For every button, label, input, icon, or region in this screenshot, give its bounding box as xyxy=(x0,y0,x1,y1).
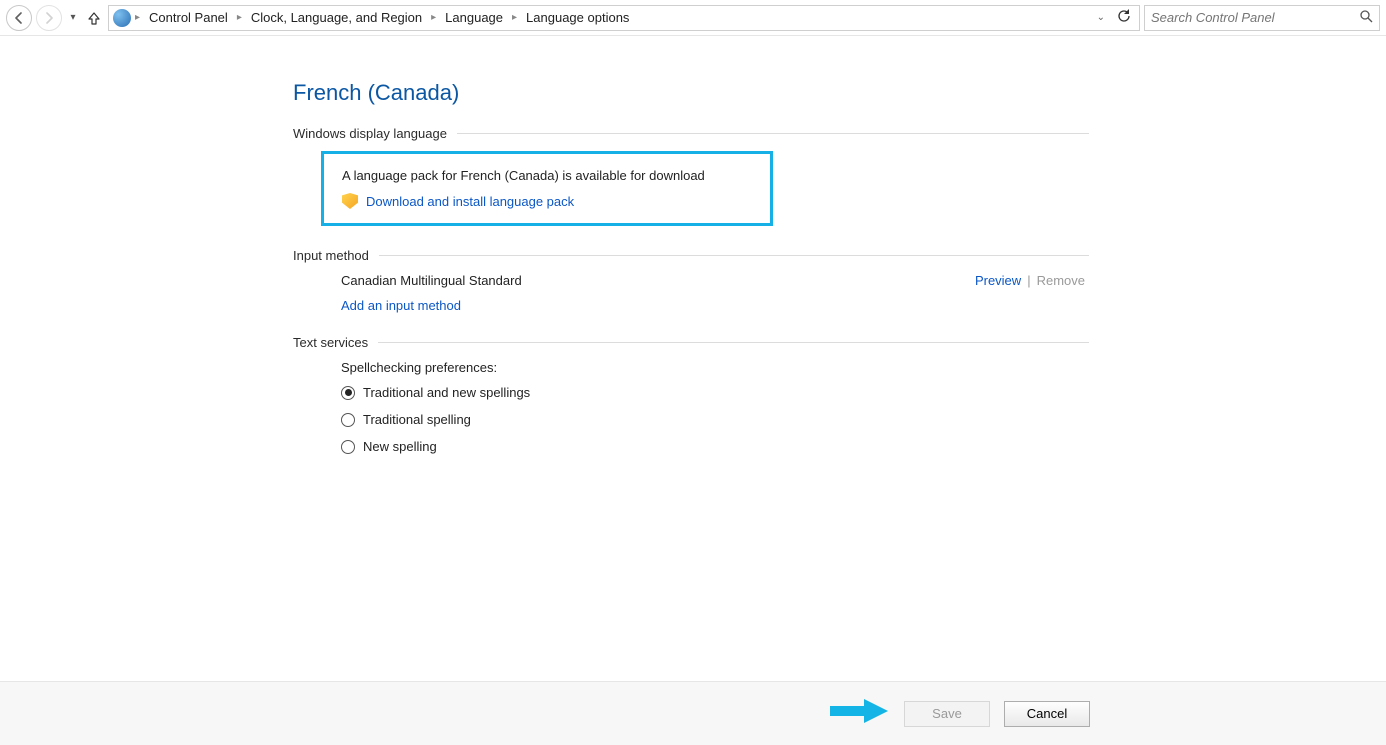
section-input-method: Input method Canadian Multilingual Stand… xyxy=(293,248,1089,313)
chevron-right-icon: ▸ xyxy=(133,12,142,23)
chevron-right-icon: ▸ xyxy=(510,12,519,23)
spellcheck-option-row[interactable]: New spelling xyxy=(341,439,1089,454)
radio-button[interactable] xyxy=(341,413,355,427)
section-header-label: Text services xyxy=(293,335,368,350)
up-button[interactable] xyxy=(84,5,104,31)
arrow-right-annotation-icon xyxy=(830,697,888,725)
forward-button[interactable] xyxy=(36,5,62,31)
control-panel-icon xyxy=(113,9,131,27)
add-input-method-link[interactable]: Add an input method xyxy=(341,298,461,313)
spellcheck-option-row[interactable]: Traditional spelling xyxy=(341,412,1089,427)
divider xyxy=(379,255,1089,256)
address-bar[interactable]: ▸ Control Panel ▸ Clock, Language, and R… xyxy=(108,5,1140,31)
radio-button[interactable] xyxy=(341,440,355,454)
download-language-pack-link[interactable]: Download and install language pack xyxy=(366,194,574,209)
spellcheck-label: Spellchecking preferences: xyxy=(341,360,1089,375)
divider xyxy=(378,342,1089,343)
section-header-label: Input method xyxy=(293,248,369,263)
section-header-label: Windows display language xyxy=(293,126,447,141)
save-button[interactable]: Save xyxy=(904,701,990,727)
arrow-left-icon xyxy=(13,12,25,24)
current-input-method: Canadian Multilingual Standard xyxy=(341,273,522,288)
divider xyxy=(457,133,1089,134)
refresh-icon xyxy=(1116,9,1130,23)
separator: | xyxy=(1027,273,1030,288)
arrow-up-icon xyxy=(87,11,101,25)
refresh-button[interactable] xyxy=(1111,9,1135,26)
address-dropdown[interactable]: ⌄ xyxy=(1097,12,1105,23)
radio-label: Traditional and new spellings xyxy=(363,385,530,400)
chevron-right-icon: ▸ xyxy=(429,12,438,23)
breadcrumb-item[interactable]: Language options xyxy=(521,6,634,30)
search-box[interactable] xyxy=(1144,5,1380,31)
breadcrumb-item[interactable]: Clock, Language, and Region xyxy=(246,6,427,30)
spellcheck-option-row[interactable]: Traditional and new spellings xyxy=(341,385,1089,400)
search-icon[interactable] xyxy=(1360,10,1373,26)
language-pack-message: A language pack for French (Canada) is a… xyxy=(342,168,752,183)
preview-link[interactable]: Preview xyxy=(975,273,1021,288)
radio-button[interactable] xyxy=(341,386,355,400)
explorer-topbar: ▾ ▸ Control Panel ▸ Clock, Language, and… xyxy=(0,0,1386,36)
section-text-services: Text services Spellchecking preferences:… xyxy=(293,335,1089,454)
language-pack-callout: A language pack for French (Canada) is a… xyxy=(321,151,773,226)
page-content: French (Canada) Windows display language… xyxy=(293,36,1381,454)
arrow-right-icon xyxy=(43,12,55,24)
recent-locations-dropdown[interactable]: ▾ xyxy=(66,5,80,31)
cancel-button[interactable]: Cancel xyxy=(1004,701,1090,727)
breadcrumb-item[interactable]: Control Panel xyxy=(144,6,233,30)
radio-label: New spelling xyxy=(363,439,437,454)
chevron-right-icon: ▸ xyxy=(235,12,244,23)
uac-shield-icon xyxy=(342,193,358,209)
back-button[interactable] xyxy=(6,5,32,31)
section-display-language: Windows display language A language pack… xyxy=(293,126,1089,226)
annotation-arrow xyxy=(830,697,888,725)
page-title: French (Canada) xyxy=(293,80,1381,106)
breadcrumb-item[interactable]: Language xyxy=(440,6,508,30)
remove-link-disabled: Remove xyxy=(1037,273,1085,288)
footer-bar: Save Cancel xyxy=(0,681,1386,745)
radio-label: Traditional spelling xyxy=(363,412,471,427)
search-input[interactable] xyxy=(1151,10,1354,25)
